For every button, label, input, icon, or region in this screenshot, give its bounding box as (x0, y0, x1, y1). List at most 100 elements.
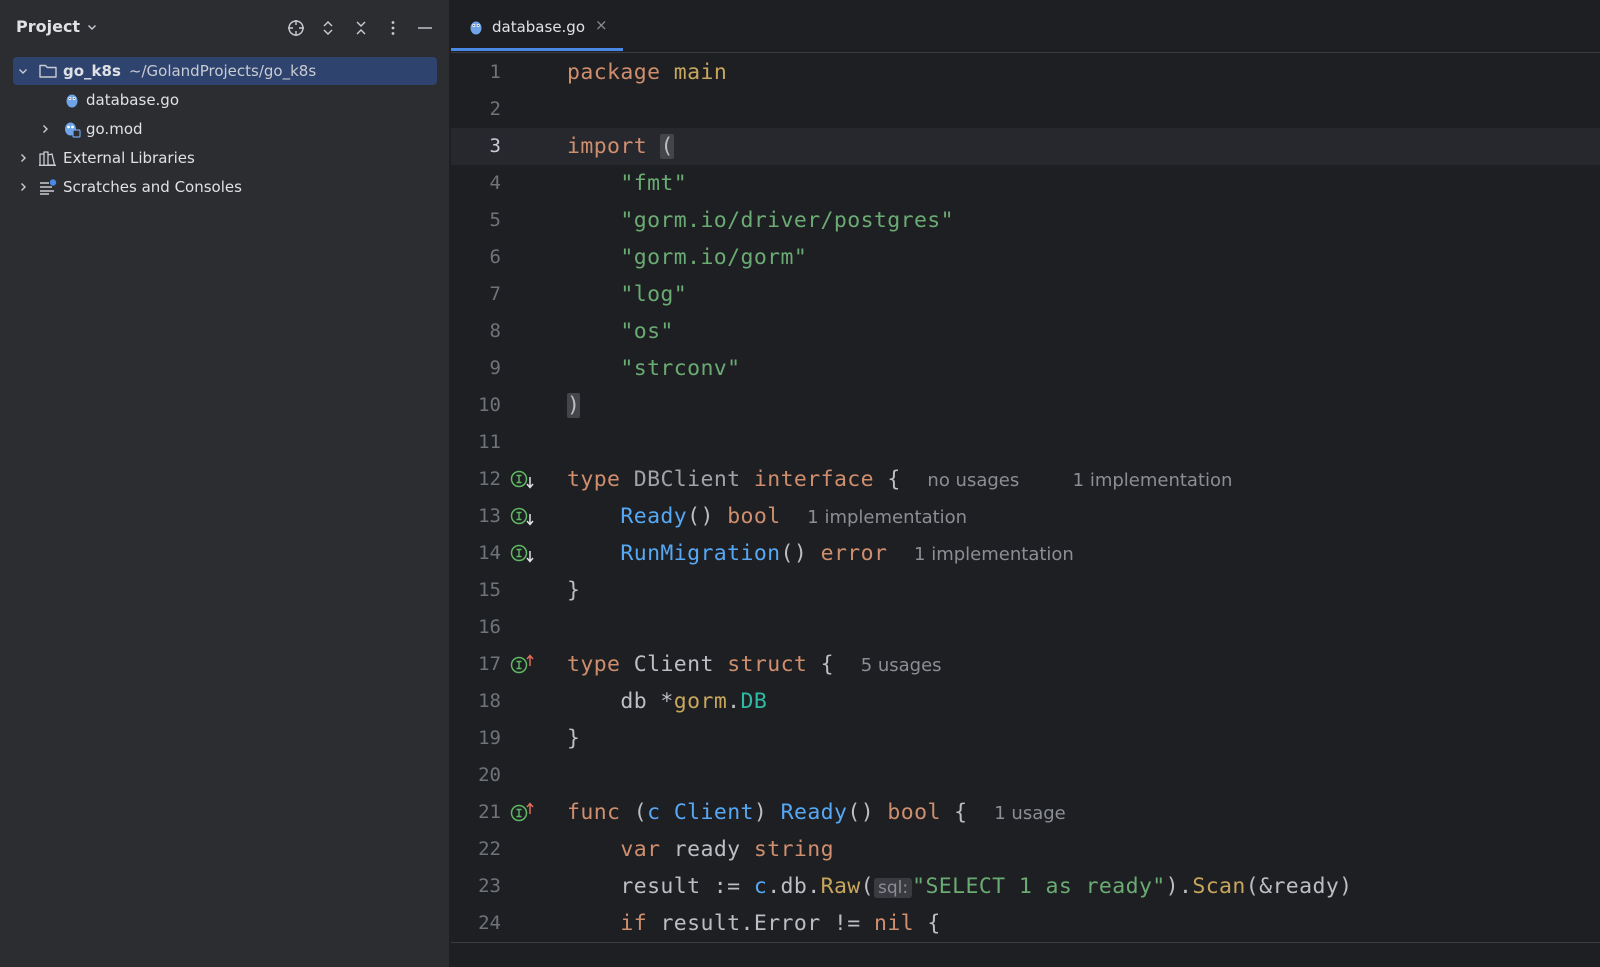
expand-all-icon (323, 21, 333, 35)
keyword: package (567, 60, 661, 85)
code-line: 22 var ready string (451, 831, 1600, 868)
line-number: 3 (489, 135, 501, 157)
string-literal: "gorm.io/driver/postgres" (620, 208, 954, 233)
implementations-hint[interactable]: 1 implementation (914, 544, 1074, 565)
implements-method-icon[interactable] (509, 802, 537, 824)
code-line: 4 "fmt" (451, 165, 1600, 202)
code-line: 12 type DBClient interface { no usages 1… (451, 461, 1600, 498)
code-text: } (567, 720, 580, 757)
line-number: 8 (489, 320, 501, 342)
implements-interface-icon[interactable] (509, 654, 537, 676)
keyword: type (567, 467, 621, 492)
method-call: Raw (820, 874, 861, 899)
line-number: 10 (478, 394, 501, 416)
hide-panel-button[interactable] (413, 16, 437, 40)
tab-database-go[interactable]: database.go × (451, 0, 623, 53)
code-area[interactable]: 1 package main 2 3 import ( 4 "fmt" 5 "g… (451, 54, 1600, 942)
code-line: 5 "gorm.io/driver/postgres" (451, 202, 1600, 239)
go-file-icon (62, 90, 82, 110)
code-text: func (c Client) Ready() bool { 1 usage (567, 794, 1066, 832)
chevron-right-icon[interactable] (37, 121, 53, 137)
tree-item-external-libraries[interactable]: External Libraries (13, 144, 437, 172)
code-text: Ready() bool 1 implementation (567, 498, 967, 536)
code-text: "strconv" (567, 350, 741, 387)
tree-item-go-mod[interactable]: go.mod (13, 115, 437, 143)
receiver-type: Client (673, 800, 754, 825)
code-text: package main (567, 54, 727, 91)
keyword: nil (873, 911, 915, 936)
tree-item-scratches[interactable]: Scratches and Consoles (13, 173, 437, 201)
string-literal: "os" (620, 319, 674, 344)
project-root-name: go_k8s (63, 62, 121, 80)
line-number: 22 (478, 838, 501, 860)
usages-hint[interactable]: 1 usage (994, 803, 1066, 824)
line-number: 9 (489, 357, 501, 379)
code-text: "os" (567, 313, 674, 350)
code-text: if result.Error != nil { (567, 905, 941, 942)
code-text: import ( (567, 128, 674, 165)
implemented-method-icon[interactable] (509, 543, 537, 565)
arguments: (&ready) (1245, 874, 1353, 899)
parameter-hint: sql: (874, 878, 913, 898)
keyword: func (567, 800, 621, 825)
type-keyword: string (753, 837, 834, 862)
string-literal: "log" (620, 282, 688, 307)
project-view-dropdown[interactable]: Project (16, 17, 98, 36)
string-literal: "SELECT 1 as ready" (912, 874, 1166, 899)
collapse-all-button[interactable] (349, 16, 373, 40)
line-number: 20 (478, 764, 501, 786)
usages-hint[interactable]: 5 usages (861, 655, 942, 676)
code-line: 8 "os" (451, 313, 1600, 350)
go-file-icon (470, 21, 482, 35)
paren: ( (860, 874, 874, 899)
code-text: "fmt" (567, 165, 687, 202)
code-line: 13 Ready() bool 1 implementation (451, 498, 1600, 535)
line-number: 7 (489, 283, 501, 305)
scratches-icon (38, 177, 58, 197)
active-tab-indicator (451, 48, 623, 51)
close-icon[interactable]: × (595, 16, 608, 34)
code-text: "gorm.io/gorm" (567, 239, 807, 276)
code-editor: database.go × 1 package main 2 3 import … (451, 0, 1600, 967)
chevron-down-icon[interactable] (15, 63, 31, 79)
implementations-hint[interactable]: 1 implementation (807, 507, 967, 528)
tree-item-label: Scratches and Consoles (63, 178, 242, 196)
line-number: 19 (478, 727, 501, 749)
locate-file-button[interactable] (284, 16, 308, 40)
code-line: 14 RunMigration() error 1 implementation (451, 535, 1600, 572)
tree-item-database-go[interactable]: database.go (13, 86, 437, 114)
code-line: 2 (451, 91, 1600, 128)
expression: result.Error != (660, 911, 874, 936)
options-menu-button[interactable] (381, 16, 405, 40)
usages-hint[interactable]: no usages (927, 470, 1019, 491)
code-line: 15 } (451, 572, 1600, 609)
implemented-interface-icon[interactable] (509, 469, 537, 491)
keyword: import (567, 134, 648, 159)
chevron-right-icon[interactable] (15, 179, 31, 195)
implemented-method-icon[interactable] (509, 506, 537, 528)
horizontal-scrollbar[interactable] (451, 942, 1600, 967)
minimize-icon (418, 27, 432, 29)
tree-item-project-root[interactable]: go_k8s ~/GolandProjects/go_k8s (13, 57, 437, 85)
code-text: "log" (567, 276, 687, 313)
string-literal: "strconv" (620, 356, 741, 381)
keyword: interface (753, 467, 874, 492)
line-number: 17 (478, 653, 501, 675)
code-line: 16 (451, 609, 1600, 646)
expand-all-button[interactable] (316, 16, 340, 40)
chevron-right-icon[interactable] (15, 150, 31, 166)
implementations-hint[interactable]: 1 implementation (1073, 470, 1233, 491)
keyword: type (567, 652, 621, 677)
variable: ready (673, 837, 741, 862)
brace: { (954, 800, 968, 825)
line-number: 11 (478, 431, 501, 453)
type-name: Client (633, 652, 714, 677)
code-line: 1 package main (451, 54, 1600, 91)
paren: ) (753, 800, 768, 825)
code-line: 20 (451, 757, 1600, 794)
go-module-icon (62, 119, 82, 139)
crosshair-icon (288, 20, 304, 36)
type-ref: DB (740, 689, 768, 714)
code-text: db *gorm.DB (567, 683, 767, 720)
method-call: Scan (1192, 874, 1246, 899)
